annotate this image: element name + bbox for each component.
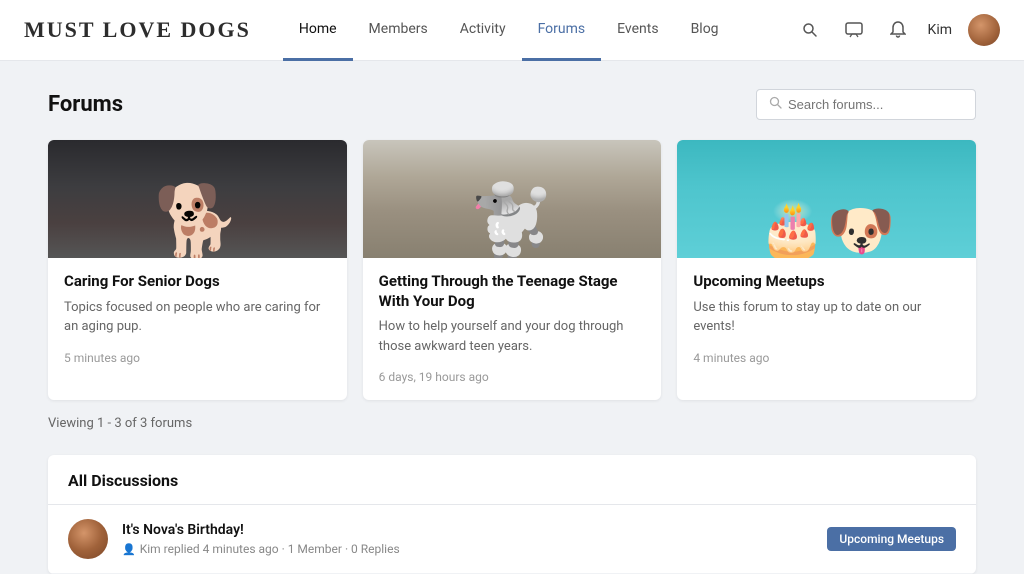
forum-card-image-2 bbox=[677, 140, 976, 258]
search-icon[interactable] bbox=[796, 16, 824, 44]
forum-card-body-0: Caring For Senior Dogs Topics focused on… bbox=[48, 258, 347, 381]
search-small-icon bbox=[769, 96, 782, 113]
header-right: Kim bbox=[796, 14, 1000, 46]
user-name[interactable]: Kim bbox=[928, 22, 952, 38]
forum-card-title-2: Upcoming Meetups bbox=[693, 272, 960, 292]
discussions-section: All Discussions It's Nova's Birthday! 👤 … bbox=[48, 455, 976, 574]
forum-card-title-1: Getting Through the Teenage Stage With Y… bbox=[379, 272, 646, 311]
search-input[interactable] bbox=[788, 97, 963, 112]
forum-card-image-1 bbox=[363, 140, 662, 258]
forum-card-image-0 bbox=[48, 140, 347, 258]
forum-card-time-0: 5 minutes ago bbox=[64, 351, 331, 365]
person-icon: 👤 bbox=[122, 543, 136, 556]
forum-card-title-0: Caring For Senior Dogs bbox=[64, 272, 331, 292]
viewing-count: Viewing 1 - 3 of 3 forums bbox=[48, 416, 976, 431]
discussion-badge-0[interactable]: Upcoming Meetups bbox=[827, 527, 956, 551]
nav-item-forums[interactable]: Forums bbox=[522, 0, 602, 61]
forum-card-0[interactable]: Caring For Senior Dogs Topics focused on… bbox=[48, 140, 347, 400]
discussion-content-0: It's Nova's Birthday! 👤 Kim replied 4 mi… bbox=[122, 522, 813, 556]
main-content: Forums Caring For Senior Dogs Topics foc… bbox=[32, 61, 992, 574]
nav-item-blog[interactable]: Blog bbox=[675, 0, 735, 61]
nav-item-events[interactable]: Events bbox=[601, 0, 674, 61]
forum-card-time-1: 6 days, 19 hours ago bbox=[379, 370, 646, 384]
discussions-header: All Discussions bbox=[48, 455, 976, 505]
nav-item-home[interactable]: Home bbox=[283, 0, 353, 61]
discussions-title: All Discussions bbox=[68, 471, 178, 490]
forum-card-2[interactable]: Upcoming Meetups Use this forum to stay … bbox=[677, 140, 976, 400]
nav-item-activity[interactable]: Activity bbox=[444, 0, 522, 61]
discussion-item-0[interactable]: It's Nova's Birthday! 👤 Kim replied 4 mi… bbox=[48, 505, 976, 574]
page-title: Forums bbox=[48, 92, 123, 117]
forum-cards-grid: Caring For Senior Dogs Topics focused on… bbox=[48, 140, 976, 400]
site-logo: MUST LOVE DOGS bbox=[24, 17, 251, 43]
messages-icon[interactable] bbox=[840, 16, 868, 44]
discussion-title-0: It's Nova's Birthday! bbox=[122, 522, 813, 538]
notifications-icon[interactable] bbox=[884, 16, 912, 44]
site-header: MUST LOVE DOGS Home Members Activity For… bbox=[0, 0, 1024, 61]
forum-card-desc-2: Use this forum to stay up to date on our… bbox=[693, 298, 960, 337]
page-header: Forums bbox=[48, 89, 976, 120]
forum-card-time-2: 4 minutes ago bbox=[693, 351, 960, 365]
main-nav: Home Members Activity Forums Events Blog bbox=[283, 0, 796, 61]
discussion-meta-0: 👤 Kim replied 4 minutes ago · 1 Member ·… bbox=[122, 542, 813, 556]
forum-card-desc-0: Topics focused on people who are caring … bbox=[64, 298, 331, 337]
forum-card-body-1: Getting Through the Teenage Stage With Y… bbox=[363, 258, 662, 400]
user-avatar[interactable] bbox=[968, 14, 1000, 46]
forum-card-desc-1: How to help yourself and your dog throug… bbox=[379, 317, 646, 356]
nav-item-members[interactable]: Members bbox=[353, 0, 444, 61]
forum-card-1[interactable]: Getting Through the Teenage Stage With Y… bbox=[363, 140, 662, 400]
forum-card-body-2: Upcoming Meetups Use this forum to stay … bbox=[677, 258, 976, 381]
forum-search-box[interactable] bbox=[756, 89, 976, 120]
discussion-avatar-0 bbox=[68, 519, 108, 559]
discussion-meta-text-0: Kim replied 4 minutes ago · 1 Member · 0… bbox=[140, 542, 400, 556]
